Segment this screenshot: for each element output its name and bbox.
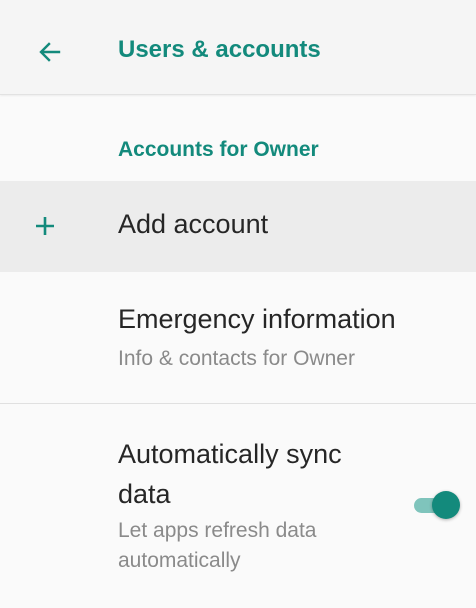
plus-icon [32,213,58,239]
toggle-thumb [432,491,460,519]
page-title: Users & accounts [118,36,321,63]
auto-sync-subtitle: Let apps refresh data automatically [118,519,317,572]
emergency-information-row[interactable]: Emergency information Info & contacts fo… [0,272,476,404]
emergency-information-subtitle: Info & contacts for Owner [118,347,355,370]
auto-sync-title: Automatically sync data [118,439,342,509]
emergency-information-title: Emergency information [118,304,396,334]
auto-sync-toggle[interactable] [414,490,460,520]
app-bar: Users & accounts [0,0,476,95]
auto-sync-row[interactable]: Automatically sync data Let apps refresh… [0,404,476,608]
add-account-row[interactable]: Add account [0,181,476,273]
arrow-back-icon[interactable] [38,40,62,64]
settings-screen: Users & accounts Accounts for Owner Add … [0,0,476,608]
section-header: Accounts for Owner [118,138,319,161]
add-account-label: Add account [118,209,269,239]
